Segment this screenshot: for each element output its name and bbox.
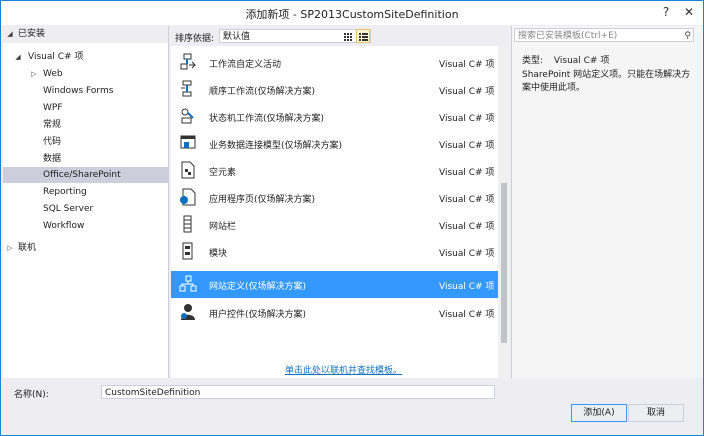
template-row-user-control[interactable]: 用户控件(仅场解决方案) Visual C# 项 (171, 299, 498, 326)
collapsed-arrow-icon: ▷ (7, 244, 13, 252)
sort-label: 排序依据: (175, 34, 215, 44)
template-language: Visual C# 项 (439, 195, 495, 205)
tree-item-label: WPF (43, 103, 63, 113)
expanded-arrow-icon: ◢ (7, 30, 13, 38)
template-name: 顺序工作流(仅场解决方案) (209, 87, 316, 97)
collapsed-arrow-icon: ▷ (31, 70, 37, 78)
template-language: Visual C# 项 (439, 282, 495, 292)
template-language: Visual C# 项 (439, 114, 495, 124)
search-icon[interactable]: ⚲ (684, 29, 691, 43)
template-row-sequential-workflow[interactable]: 顺序工作流(仅场解决方案) Visual C# 项 (171, 76, 498, 103)
template-description: SharePoint 网站定义项。只能在场解决方案中使用此项。 (522, 70, 691, 93)
template-name: 业务数据连接模型(仅场解决方案) (209, 141, 343, 151)
tree-item-label: 代码 (43, 137, 62, 147)
module-icon (182, 242, 193, 260)
name-field[interactable]: CustomSiteDefinition (101, 385, 495, 399)
template-language: Visual C# 项 (439, 168, 495, 178)
tree-item-office-sharepoint[interactable]: Office/SharePoint (3, 167, 168, 183)
template-name: 用户控件(仅场解决方案) (209, 310, 307, 320)
tree-item-web[interactable]: ▷ Web (3, 66, 168, 82)
template-list-scrollbar[interactable] (498, 46, 510, 378)
tree-item-workflow[interactable]: Workflow (3, 218, 168, 234)
tree-item-label: Office/SharePoint (43, 170, 121, 180)
add-new-item-dialog: 添加新项 - SP2013CustomSiteDefinition ? ✕ ◢ … (0, 0, 704, 436)
installed-header[interactable]: ◢ 已安装 (3, 26, 168, 43)
installed-label: 已安装 (18, 29, 46, 39)
cancel-button[interactable]: 取消 (628, 404, 684, 422)
template-row-workflow-activity[interactable]: 工作流自定义活动 Visual C# 项 (171, 49, 498, 76)
details-view-button[interactable] (356, 29, 370, 43)
template-name: 空元素 (209, 168, 237, 178)
template-language: Visual C# 项 (439, 87, 495, 97)
bdc-model-icon (180, 135, 196, 149)
template-category-tree: ◢ 已安装 ◢ Visual C# 项 ▷ Web Windows Forms … (3, 26, 169, 378)
search-input[interactable]: 搜索已安装模板(Ctrl+E) ⚲ (514, 28, 694, 42)
template-name: 网站定义(仅场解决方案) (209, 282, 307, 292)
type-value: Visual C# 项 (553, 56, 610, 66)
sort-value: 默认值 (223, 32, 251, 42)
template-name: 状态机工作流(仅场解决方案) (209, 114, 325, 124)
template-name: 网站栏 (209, 222, 237, 232)
list-toolbar: 排序依据: 默认值 ▼ (169, 26, 510, 46)
tree-item-label: SQL Server (43, 204, 94, 214)
template-language: Visual C# 项 (439, 249, 495, 259)
template-row-site-column[interactable]: 网站栏 Visual C# 项 (171, 211, 498, 238)
close-button[interactable]: ✕ (678, 1, 700, 23)
application-page-icon (180, 188, 196, 206)
tree-item-label: Windows Forms (43, 86, 114, 96)
template-row-state-machine-workflow[interactable]: 状态机工作流(仅场解决方案) Visual C# 项 (171, 103, 498, 130)
tree-item-label: Reporting (43, 187, 87, 197)
details-panel: 搜索已安装模板(Ctrl+E) ⚲ 类型: Visual C# 项 ShareP… (511, 26, 703, 378)
user-control-icon (181, 304, 195, 320)
type-row: 类型: Visual C# 项 (522, 53, 609, 66)
template-name: 模块 (209, 249, 228, 259)
template-name: 应用程序页(仅场解决方案) (209, 195, 316, 205)
add-button[interactable]: 添加(A) (571, 404, 627, 422)
scrollbar-thumb[interactable] (501, 183, 507, 343)
template-row-empty-element[interactable]: 空元素 Visual C# 项 (171, 157, 498, 184)
type-label: 类型: (522, 56, 544, 66)
site-definition-icon (179, 275, 197, 292)
sequential-workflow-icon (181, 80, 192, 97)
empty-element-icon (181, 161, 195, 179)
template-row-module[interactable]: 模块 Visual C# 项 (171, 238, 498, 265)
tree-item-label: 联机 (18, 243, 37, 253)
template-list: 工作流自定义活动 Visual C# 项 顺序工作流(仅场解决方案) Visua… (171, 46, 510, 378)
tree-item-wpf[interactable]: WPF (3, 100, 168, 116)
template-language: Visual C# 项 (439, 60, 495, 70)
tree-item-label: Web (43, 69, 63, 79)
expanded-arrow-icon: ◢ (15, 53, 21, 61)
tree-item-windows-forms[interactable]: Windows Forms (3, 83, 168, 99)
template-row-application-page[interactable]: 应用程序页(仅场解决方案) Visual C# 项 (171, 184, 498, 211)
tree-item-online[interactable]: ▷ 联机 (3, 240, 168, 256)
medium-icons-view-button[interactable] (340, 29, 354, 43)
name-label: 名称(N): (14, 390, 49, 400)
find-templates-online-link[interactable]: 单击此处以联机并查找模板。 (285, 363, 402, 376)
window-title: 添加新项 - SP2013CustomSiteDefinition (245, 8, 459, 21)
template-language: Visual C# 项 (439, 141, 495, 151)
search-placeholder: 搜索已安装模板(Ctrl+E) (518, 31, 618, 41)
tree-item-label: 数据 (43, 154, 62, 164)
template-language: Visual C# 项 (439, 310, 495, 320)
title-bar: 添加新项 - SP2013CustomSiteDefinition ? ✕ (1, 1, 703, 25)
template-row-site-definition[interactable]: 网站定义(仅场解决方案) Visual C# 项 (171, 271, 498, 298)
template-row-bdc-model[interactable]: 业务数据连接模型(仅场解决方案) Visual C# 项 (171, 130, 498, 157)
site-column-icon (183, 215, 192, 233)
dialog-footer: 名称(N): CustomSiteDefinition 添加(A) 取消 (1, 379, 703, 435)
tree-item-label: Workflow (43, 221, 85, 231)
tree-item-data[interactable]: 数据 (3, 151, 168, 167)
template-name: 工作流自定义活动 (209, 60, 282, 70)
state-machine-workflow-icon (181, 108, 194, 124)
tree-item-sql-server[interactable]: SQL Server (3, 201, 168, 217)
tree-item-visual-csharp[interactable]: ◢ Visual C# 项 (3, 49, 168, 65)
help-button[interactable]: ? (656, 1, 676, 23)
tree-item-label: 常规 (43, 120, 62, 130)
tree-item-code[interactable]: 代码 (3, 134, 168, 150)
tree-item-label: Visual C# 项 (28, 52, 84, 62)
tree-item-reporting[interactable]: Reporting (3, 184, 168, 200)
template-language: Visual C# 项 (439, 222, 495, 232)
tree-item-general[interactable]: 常规 (3, 117, 168, 133)
workflow-activity-icon (180, 53, 196, 70)
